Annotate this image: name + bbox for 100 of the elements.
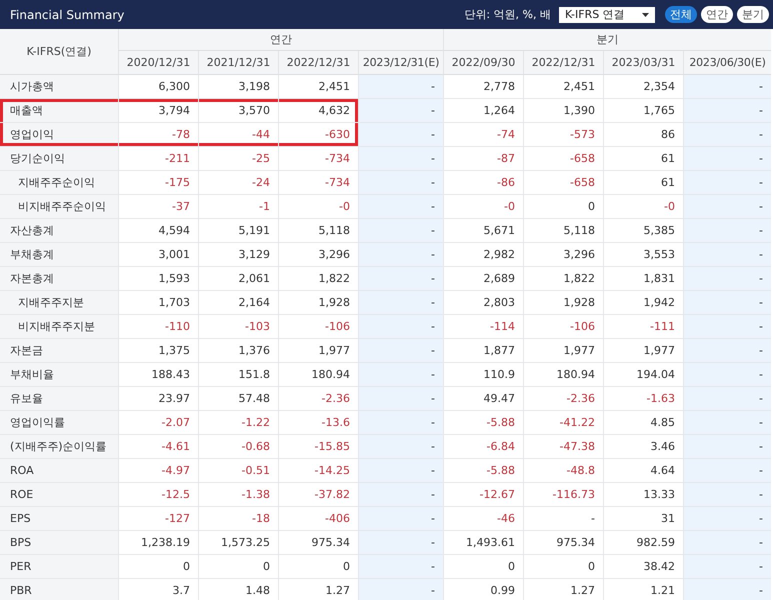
table-cell: 3.46 [603, 435, 683, 459]
table-cell: -110 [118, 315, 198, 339]
table-cell: -48.8 [523, 459, 603, 483]
period-button[interactable]: 분기 [737, 6, 769, 23]
row-label: 매출액 [0, 99, 118, 123]
table-cell: 188.43 [118, 363, 198, 387]
table-cell: 1,238.19 [118, 531, 198, 555]
table-cell: 2,354 [603, 75, 683, 99]
basis-select[interactable]: K-IFRS 연결 [559, 6, 655, 22]
table-cell: 0 [523, 195, 603, 219]
table-cell: 3,001 [118, 243, 198, 267]
table-cell: -46 [443, 507, 523, 531]
table-cell: - [683, 531, 771, 555]
table-cell: - [683, 483, 771, 507]
table-cell: - [358, 171, 443, 195]
table-cell: 1,593 [118, 267, 198, 291]
table-cell: 975.34 [278, 531, 358, 555]
table-cell: 2,803 [443, 291, 523, 315]
table-cell: -734 [278, 171, 358, 195]
column-group-header: 분기 [443, 29, 771, 51]
column-header: 2022/12/31 [523, 51, 603, 75]
table-cell: 49.47 [443, 387, 523, 411]
table-cell: 4.85 [603, 411, 683, 435]
table-cell: -111 [603, 315, 683, 339]
table-cell: - [358, 531, 443, 555]
table-cell: 2,451 [523, 75, 603, 99]
table-cell: - [683, 243, 771, 267]
column-header: 2020/12/31 [118, 51, 198, 75]
table-cell: - [683, 339, 771, 363]
table-cell: -1.38 [198, 483, 278, 507]
table-cell: 180.94 [523, 363, 603, 387]
table-cell: -2.36 [278, 387, 358, 411]
table-cell: 57.48 [198, 387, 278, 411]
table-cell: - [683, 459, 771, 483]
table-cell: - [358, 195, 443, 219]
table-cell: -630 [278, 123, 358, 147]
table-cell: 2,689 [443, 267, 523, 291]
table-cell: - [358, 555, 443, 579]
table-cell: -74 [443, 123, 523, 147]
table-cell: 1,376 [198, 339, 278, 363]
row-label: 시가총액 [0, 75, 118, 99]
row-label: PER [0, 555, 118, 579]
table-cell: - [358, 387, 443, 411]
row-label: 부채총계 [0, 243, 118, 267]
table-cell: 975.34 [523, 531, 603, 555]
table-cell: -103 [198, 315, 278, 339]
table-cell: 38.42 [603, 555, 683, 579]
table-cell: - [683, 315, 771, 339]
table-cell: -0 [278, 195, 358, 219]
table-cell: 0 [198, 555, 278, 579]
table-cell: -37.82 [278, 483, 358, 507]
table-cell: 1,977 [278, 339, 358, 363]
column-header: 2021/12/31 [198, 51, 278, 75]
table-cell: 2,778 [443, 75, 523, 99]
column-header: 2022/12/31 [278, 51, 358, 75]
table-cell: 1,703 [118, 291, 198, 315]
table-cell: 1,942 [603, 291, 683, 315]
row-label: 비지배주주지분 [0, 315, 118, 339]
column-header: 2022/09/30 [443, 51, 523, 75]
row-label: 자본총계 [0, 267, 118, 291]
row-label: 지배주주순이익 [0, 171, 118, 195]
table-cell: 1,977 [603, 339, 683, 363]
table-cell: 4,632 [278, 99, 358, 123]
table-cell: -6.84 [443, 435, 523, 459]
table-cell: 2,164 [198, 291, 278, 315]
table-cell: -116.73 [523, 483, 603, 507]
table-cell: 1,264 [443, 99, 523, 123]
table-cell: - [683, 363, 771, 387]
table-cell: 180.94 [278, 363, 358, 387]
table-cell: -658 [523, 147, 603, 171]
table-cell: -106 [523, 315, 603, 339]
table-cell: -78 [118, 123, 198, 147]
table-cell: -0 [443, 195, 523, 219]
table-cell: -106 [278, 315, 358, 339]
table-cell: - [683, 75, 771, 99]
table-cell: - [683, 435, 771, 459]
table-cell: - [358, 507, 443, 531]
unit-label: 단위: 억원, %, 배 [464, 7, 551, 22]
column-header: 2023/12/31(E) [358, 51, 443, 75]
table-cell: 1,390 [523, 99, 603, 123]
table-cell: 5,118 [523, 219, 603, 243]
table-cell: 5,671 [443, 219, 523, 243]
row-label: 당기순이익 [0, 147, 118, 171]
row-label: ROA [0, 459, 118, 483]
table-cell: -4.61 [118, 435, 198, 459]
table-cell: - [358, 411, 443, 435]
period-button[interactable]: 전체 [665, 6, 697, 23]
table-cell: - [683, 579, 771, 600]
table-cell: 4.64 [603, 459, 683, 483]
row-label: 지배주주지분 [0, 291, 118, 315]
table-cell: -14.25 [278, 459, 358, 483]
table-cell: - [683, 195, 771, 219]
table-cell: -127 [118, 507, 198, 531]
table-cell: - [358, 123, 443, 147]
table-cell: 1,877 [443, 339, 523, 363]
table-cell: 1,928 [523, 291, 603, 315]
table-cell: -0 [603, 195, 683, 219]
table-cell: - [683, 219, 771, 243]
period-button[interactable]: 연간 [701, 6, 733, 23]
table-cell: -18 [198, 507, 278, 531]
